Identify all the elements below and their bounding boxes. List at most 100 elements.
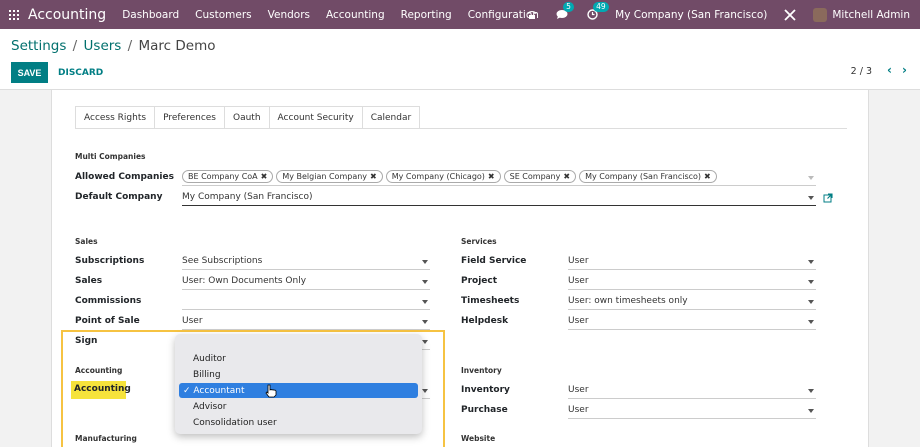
option-billing[interactable]: Billing bbox=[193, 370, 221, 380]
default-company-select[interactable]: My Company (San Francisco) bbox=[182, 192, 816, 206]
helpdesk-value: User bbox=[568, 316, 589, 326]
company-switcher[interactable]: My Company (San Francisco) bbox=[615, 9, 767, 21]
close-icon[interactable]: ✖ bbox=[704, 172, 711, 181]
external-link-icon[interactable] bbox=[823, 193, 833, 206]
option-accountant[interactable]: ✓ Accountant bbox=[179, 383, 418, 398]
save-button[interactable]: SAVE bbox=[11, 62, 48, 83]
user-menu[interactable]: Mitchell Admin bbox=[832, 9, 910, 21]
hand-cursor-icon bbox=[265, 384, 277, 398]
pager-next-icon[interactable]: › bbox=[902, 63, 907, 77]
tag-label: BE Company CoA bbox=[188, 172, 258, 181]
section-sales: Sales bbox=[75, 237, 98, 246]
section-inventory: Inventory bbox=[461, 366, 502, 375]
phone-icon[interactable] bbox=[525, 8, 539, 22]
point-of-sale-value: User bbox=[182, 316, 203, 326]
sales-select[interactable]: User: Own Documents Only bbox=[182, 276, 430, 290]
timesheets-select[interactable]: User: own timesheets only bbox=[568, 296, 816, 310]
label-timesheets: Timesheets bbox=[461, 296, 520, 306]
control-panel: Settings / Users / Marc Demo SAVE DISCAR… bbox=[0, 29, 920, 90]
top-navbar: Accounting Dashboard Customers Vendors A… bbox=[0, 0, 920, 29]
breadcrumb-users[interactable]: Users bbox=[84, 38, 122, 54]
project-select[interactable]: User bbox=[568, 276, 816, 290]
close-icon[interactable]: ✖ bbox=[261, 172, 268, 181]
option-advisor[interactable]: Advisor bbox=[193, 402, 226, 412]
breadcrumb-separator: / bbox=[72, 38, 78, 54]
commissions-select[interactable] bbox=[182, 296, 430, 310]
timesheets-value: User: own timesheets only bbox=[568, 296, 688, 306]
purchase-select[interactable]: User bbox=[568, 405, 816, 419]
chat-icon[interactable]: 5 bbox=[555, 1, 574, 22]
app-brand[interactable]: Accounting bbox=[28, 7, 106, 23]
close-icon[interactable]: ✖ bbox=[370, 172, 377, 181]
chevron-down-icon bbox=[808, 320, 814, 324]
tag-be-company-coa: BE Company CoA ✖ bbox=[182, 170, 274, 183]
option-auditor[interactable]: Auditor bbox=[193, 354, 226, 364]
tag-label: SE Company bbox=[509, 172, 561, 181]
tabs-divider bbox=[75, 128, 847, 129]
pager-value: 2 / 3 bbox=[850, 66, 872, 77]
menu-reporting[interactable]: Reporting bbox=[401, 9, 452, 21]
notebook-tabs: Access Rights Preferences Oauth Account … bbox=[75, 106, 421, 129]
inventory-value: User bbox=[568, 385, 589, 395]
chevron-down-icon bbox=[422, 260, 428, 264]
helpdesk-select[interactable]: User bbox=[568, 316, 816, 330]
menu-dashboard[interactable]: Dashboard bbox=[122, 9, 179, 21]
point-of-sale-select[interactable]: User bbox=[182, 316, 430, 330]
field-service-value: User bbox=[568, 256, 589, 266]
clock-icon[interactable]: 49 bbox=[585, 1, 609, 22]
menu-vendors[interactable]: Vendors bbox=[268, 9, 310, 21]
label-subscriptions: Subscriptions bbox=[75, 256, 145, 266]
label-accounting: Accounting bbox=[74, 384, 131, 394]
navbar-systray: 5 49 My Company (San Francisco) Mitchell… bbox=[525, 0, 920, 29]
subscriptions-select[interactable]: See Subscriptions bbox=[182, 256, 430, 270]
label-point-of-sale: Point of Sale bbox=[75, 316, 140, 326]
chevron-down-icon bbox=[808, 260, 814, 264]
label-purchase: Purchase bbox=[461, 405, 508, 415]
tag-label: My Company (Chicago) bbox=[391, 172, 485, 181]
label-field-service: Field Service bbox=[461, 256, 527, 266]
tab-preferences[interactable]: Preferences bbox=[155, 106, 225, 129]
chevron-down-icon bbox=[808, 389, 814, 393]
option-consolidation-user[interactable]: Consolidation user bbox=[193, 418, 277, 428]
tools-icon[interactable] bbox=[783, 8, 797, 22]
avatar[interactable] bbox=[813, 7, 828, 22]
default-company-value: My Company (San Francisco) bbox=[182, 192, 313, 202]
menu-customers[interactable]: Customers bbox=[195, 9, 251, 21]
subscriptions-value: See Subscriptions bbox=[182, 256, 263, 266]
label-default-company: Default Company bbox=[75, 192, 163, 202]
breadcrumb: Settings / Users / Marc Demo bbox=[11, 38, 216, 54]
allowed-companies-field[interactable]: BE Company CoA ✖ My Belgian Company ✖ My C… bbox=[182, 170, 816, 186]
label-sales: Sales bbox=[75, 276, 103, 286]
tag-se-company: SE Company ✖ bbox=[503, 170, 577, 183]
label-project: Project bbox=[461, 276, 498, 286]
field-service-select[interactable]: User bbox=[568, 256, 816, 270]
close-icon[interactable]: ✖ bbox=[563, 172, 570, 181]
chevron-down-icon bbox=[422, 320, 428, 324]
apps-icon[interactable] bbox=[9, 9, 19, 20]
pager-prev-icon[interactable]: ‹ bbox=[887, 63, 892, 77]
tab-account-security[interactable]: Account Security bbox=[269, 106, 363, 129]
label-allowed-companies: Allowed Companies bbox=[75, 172, 174, 182]
accounting-dropdown-menu: Auditor Billing ✓ Accountant Advisor Con… bbox=[175, 334, 422, 434]
section-services: Services bbox=[461, 237, 497, 246]
tag-label: My Company (San Francisco) bbox=[585, 172, 702, 181]
tab-access-rights[interactable]: Access Rights bbox=[75, 106, 156, 129]
tag-my-belgian-company: My Belgian Company ✖ bbox=[276, 170, 383, 183]
breadcrumb-separator: / bbox=[127, 38, 133, 54]
tab-oauth[interactable]: Oauth bbox=[225, 106, 270, 129]
chevron-down-icon[interactable] bbox=[808, 176, 814, 180]
chevron-down-icon bbox=[808, 280, 814, 284]
discard-button[interactable]: DISCARD bbox=[58, 62, 103, 83]
breadcrumb-settings[interactable]: Settings bbox=[11, 38, 66, 54]
menu-accounting[interactable]: Accounting bbox=[326, 9, 385, 21]
purchase-value: User bbox=[568, 405, 589, 415]
inventory-select[interactable]: User bbox=[568, 385, 816, 399]
close-icon[interactable]: ✖ bbox=[488, 172, 495, 181]
breadcrumb-current: Marc Demo bbox=[138, 38, 216, 54]
chevron-down-icon bbox=[808, 196, 814, 200]
tab-calendar[interactable]: Calendar bbox=[362, 106, 421, 129]
tag-my-company-san-francisco: My Company (San Francisco) ✖ bbox=[579, 170, 717, 183]
label-helpdesk: Helpdesk bbox=[461, 316, 509, 326]
chevron-down-icon bbox=[808, 409, 814, 413]
tag-label: My Belgian Company bbox=[282, 172, 368, 181]
